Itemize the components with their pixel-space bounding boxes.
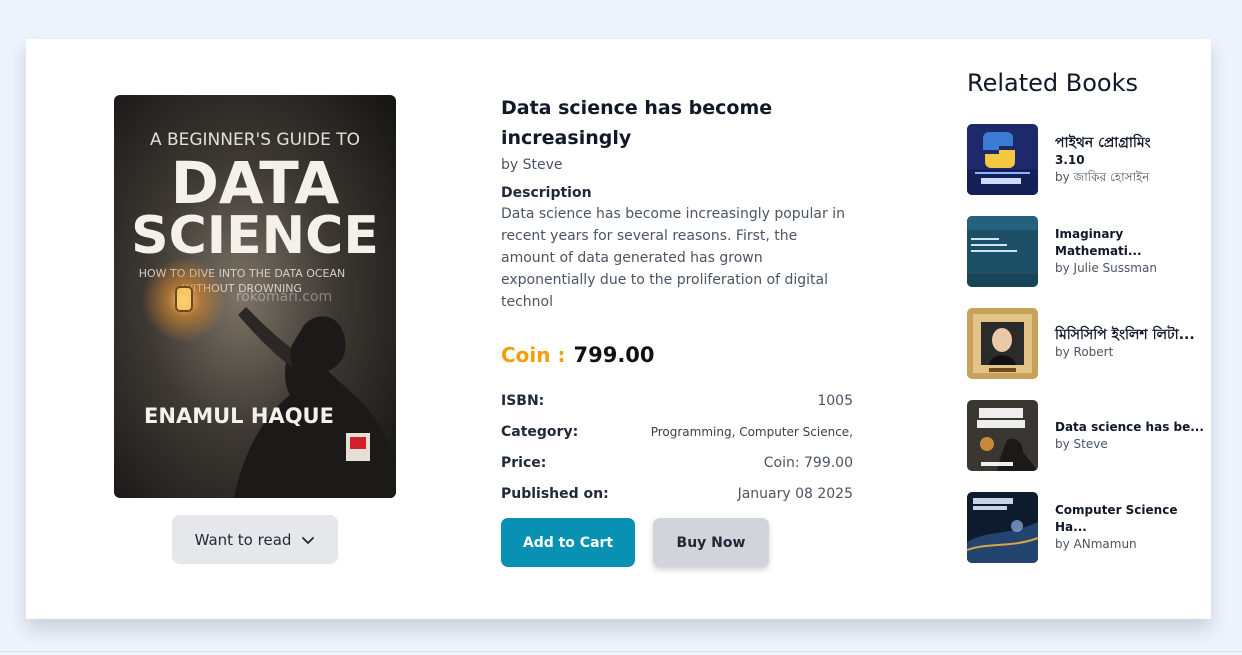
info-key: Published on:	[501, 485, 609, 502]
related-book-item[interactable]: মিসিসিপি ইংলিশ লিটা... by Robert	[967, 308, 1197, 379]
related-book-author: by Steve	[1055, 436, 1108, 451]
coin-price: Coin : 799.00	[501, 343, 853, 367]
info-value: Programming, Computer Science,	[650, 424, 853, 439]
add-to-cart-button[interactable]: Add to Cart	[501, 518, 635, 567]
description-text: Data science has become increasingly pop…	[501, 206, 845, 310]
cover-author: ENAMUL HAQUE	[144, 404, 334, 428]
related-book-item[interactable]: পাইথন প্রোগ্রামিং 3.10 by জাকির হোসাইন	[967, 124, 1197, 195]
related-book-title: মিসিসিপি ইংলিশ লিটা...	[1055, 327, 1195, 343]
related-book-title-line2: 3.10	[1055, 152, 1085, 167]
info-row-published: Published on: January 08 2025	[501, 478, 853, 509]
info-key: Category:	[501, 423, 579, 440]
related-book-title: Data science has be...	[1055, 419, 1204, 434]
book-detail-card: A BEGINNER'S GUIDE TO DATA SCIENCE HOW T…	[26, 39, 1211, 619]
related-book-item[interactable]: Computer Science Ha... by ANmamun	[967, 492, 1197, 563]
book-details: Data science has become increasingly by …	[501, 93, 853, 509]
related-book-item[interactable]: Imaginary Mathemati... by Julie Sussman	[967, 216, 1197, 287]
info-value: Coin: 799.00	[763, 454, 853, 471]
related-book-item[interactable]: Data science has be... by Steve	[967, 400, 1204, 471]
info-value: 1005	[817, 392, 853, 409]
related-book-author: by জাকির হোসাইন	[1055, 169, 1150, 184]
related-book-cover	[967, 492, 1038, 563]
book-cover-image: A BEGINNER'S GUIDE TO DATA SCIENCE HOW T…	[114, 95, 396, 498]
related-book-author: by Robert	[1055, 345, 1114, 359]
related-book-author: by Julie Sussman	[1055, 261, 1157, 275]
book-author: by Steve	[501, 157, 563, 173]
want-to-read-button[interactable]: Want to read	[172, 515, 338, 564]
related-books-title: Related Books	[967, 69, 1139, 97]
related-book-author: by ANmamun	[1055, 537, 1137, 551]
want-to-read-label: Want to read	[194, 530, 292, 549]
related-book-cover	[967, 400, 1038, 471]
cover-title-line2: SCIENCE	[131, 206, 379, 266]
chevron-down-icon	[302, 536, 315, 544]
info-row-price: Price: Coin: 799.00	[501, 447, 853, 478]
related-books-list: পাইথন প্রোগ্রামিং 3.10 by জাকির হোসাইন I…	[967, 124, 1204, 563]
related-book-title: Imaginary Mathemati...	[1055, 227, 1142, 258]
related-book-cover	[967, 124, 1038, 195]
book-info-table: ISBN: 1005 Category: Programming, Comput…	[501, 385, 853, 509]
related-book-cover	[967, 216, 1038, 287]
info-row-category: Category: Programming, Computer Science,	[501, 416, 853, 447]
page-bottom-divider	[0, 651, 1242, 652]
info-key: Price:	[501, 454, 547, 471]
coin-value: 799.00	[573, 343, 655, 367]
related-book-title-line1: পাইথন প্রোগ্রামিং	[1055, 134, 1151, 151]
info-key: ISBN:	[501, 392, 545, 409]
info-value: January 08 2025	[737, 485, 853, 502]
book-title: Data science has become increasingly	[501, 97, 773, 149]
cover-watermark: rokomari.com	[236, 289, 332, 305]
related-book-title: Computer Science Ha...	[1055, 503, 1178, 534]
related-book-cover	[967, 308, 1038, 379]
related-books: Related Books পাইথন প্রোগ্রামিং 3.10 by …	[967, 69, 1204, 584]
related-book-title: পাইথন প্রোগ্রামিং 3.10	[1055, 134, 1195, 169]
purchase-actions: Add to Cart Buy Now	[501, 518, 769, 567]
buy-now-button[interactable]: Buy Now	[653, 518, 769, 567]
description-label: Description	[501, 185, 592, 201]
coin-label: Coin :	[501, 343, 566, 367]
cover-top-text: A BEGINNER'S GUIDE TO	[150, 130, 360, 150]
info-row-isbn: ISBN: 1005	[501, 385, 853, 416]
